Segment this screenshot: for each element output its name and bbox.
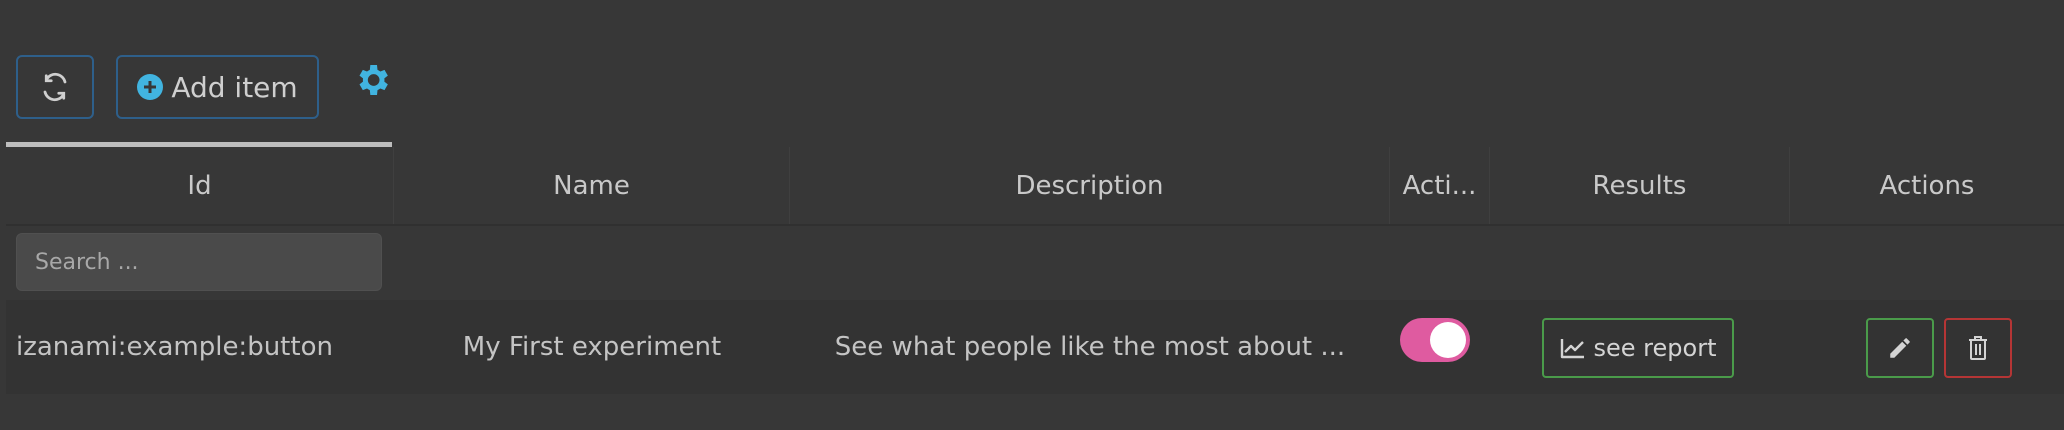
column-header-results: Results bbox=[1490, 147, 1790, 225]
refresh-icon bbox=[43, 72, 67, 102]
cell-name: My First experiment bbox=[462, 332, 722, 362]
cell-description: See what people like the most about ... bbox=[834, 332, 1346, 362]
add-item-button[interactable]: Add item bbox=[116, 55, 319, 119]
see-report-button[interactable]: see report bbox=[1542, 318, 1734, 378]
delete-button[interactable] bbox=[1944, 318, 2012, 378]
line-chart-icon bbox=[1560, 339, 1584, 359]
see-report-label: see report bbox=[1593, 334, 1717, 362]
column-header-name[interactable]: Name bbox=[394, 147, 790, 225]
column-header-description[interactable]: Description bbox=[790, 147, 1390, 225]
gear-icon[interactable] bbox=[352, 60, 392, 100]
trash-icon bbox=[1969, 336, 1987, 360]
add-item-label: Add item bbox=[171, 70, 298, 104]
column-header-actions: Actions bbox=[1879, 171, 1975, 201]
toolbar: Add item bbox=[0, 0, 2064, 150]
table-header: Id Name Description Acti... Results Acti… bbox=[6, 147, 2064, 225]
active-toggle[interactable] bbox=[1400, 318, 1470, 362]
search-input[interactable] bbox=[16, 233, 382, 291]
cell-id: izanami:example:button bbox=[16, 332, 333, 362]
column-header-id[interactable]: Id bbox=[6, 147, 394, 225]
toggle-knob bbox=[1430, 322, 1466, 358]
pencil-icon bbox=[1890, 338, 1910, 358]
header-divider bbox=[6, 224, 2064, 226]
table-row[interactable]: izanami:example:button My First experime… bbox=[6, 300, 2064, 394]
edit-button[interactable] bbox=[1866, 318, 1934, 378]
plus-circle-icon bbox=[137, 74, 164, 100]
refresh-button[interactable] bbox=[16, 55, 94, 119]
column-header-active[interactable]: Acti... bbox=[1390, 147, 1490, 225]
